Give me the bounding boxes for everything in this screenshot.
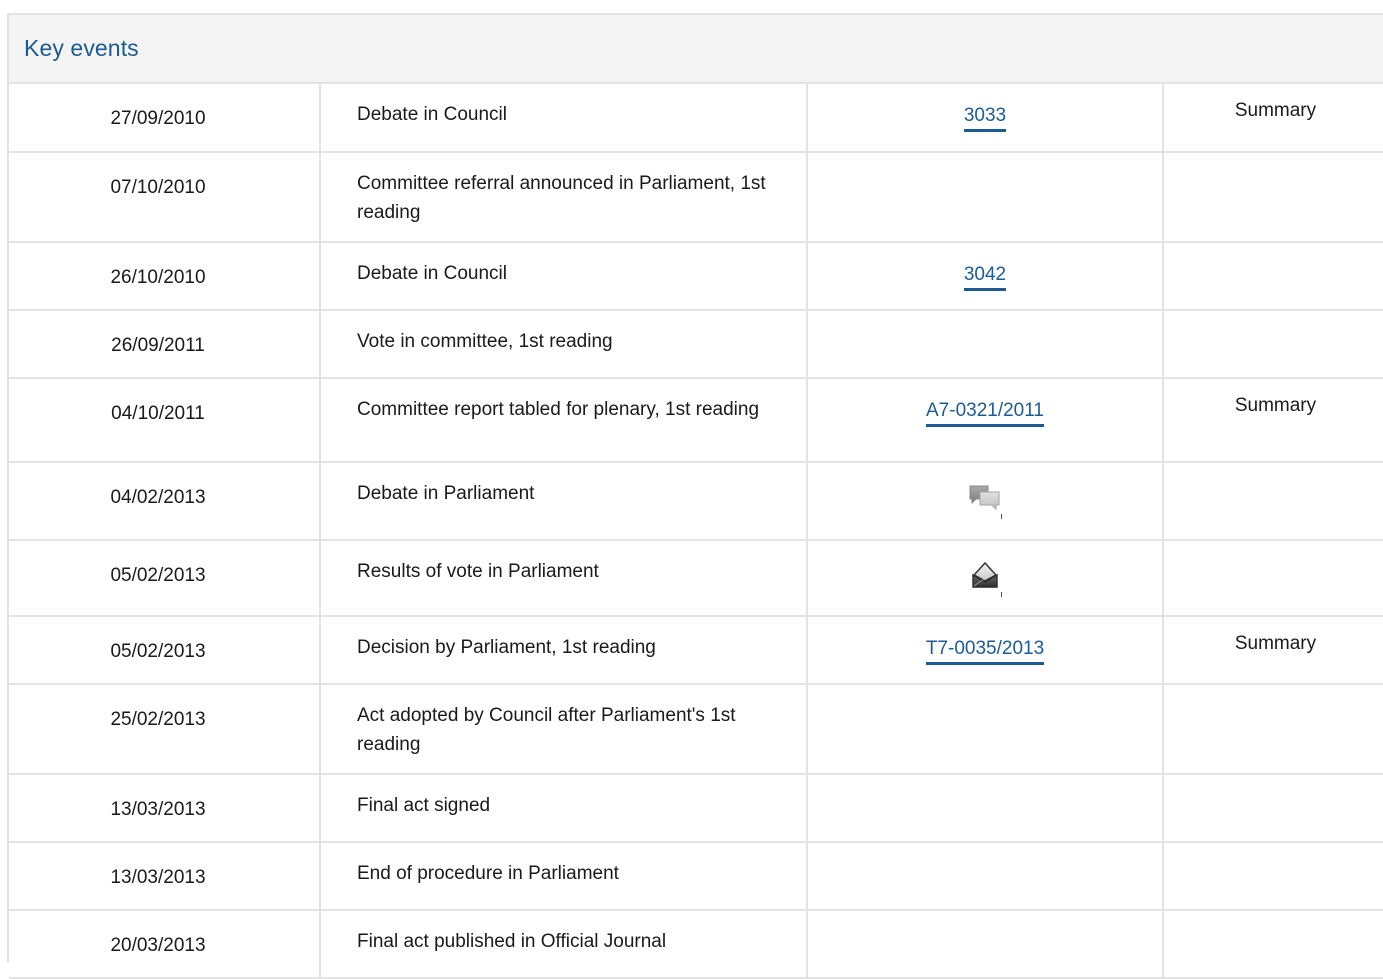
event-summary — [1163, 910, 1383, 979]
table-row: 04/02/2013 Debate in Parliament — [9, 462, 1383, 541]
event-description: Decision by Parliament, 1st reading — [320, 616, 808, 685]
table-row: 26/09/2011 Vote in committee, 1st reading — [9, 310, 1383, 379]
key-events-table-body: 27/09/2010 Debate in Council 3033 Summary 07… — [9, 84, 1383, 979]
document-reference-link[interactable]: 3042 — [963, 263, 1007, 291]
event-reference — [807, 540, 1164, 617]
event-description: Debate in Council — [320, 84, 808, 153]
event-summary — [1163, 152, 1383, 243]
event-date: 05/02/2013 — [9, 540, 321, 617]
table-row: 26/10/2010 Debate in Council 3042 — [9, 242, 1383, 311]
event-reference — [807, 774, 1164, 843]
event-summary — [1163, 310, 1383, 379]
event-date: 04/10/2011 — [9, 378, 321, 463]
event-summary — [1163, 842, 1383, 911]
event-date: 13/03/2013 — [9, 842, 321, 911]
event-date: 27/09/2010 — [9, 84, 321, 153]
table-row: 07/10/2010 Committee referral announced i… — [9, 152, 1383, 243]
event-description: Debate in Council — [320, 242, 808, 311]
document-reference-link[interactable]: A7-0321/2011 — [926, 399, 1044, 427]
event-description: Final act published in Official Journal — [320, 910, 808, 979]
event-reference — [807, 910, 1164, 979]
event-description: Committee referral announced in Parliame… — [320, 152, 808, 243]
event-date: 05/02/2013 — [9, 616, 321, 685]
event-description: Vote in committee, 1st reading — [320, 310, 808, 379]
table-row: 20/03/2013 Final act published in Officia… — [9, 910, 1383, 979]
event-date: 26/09/2011 — [9, 310, 321, 379]
event-description: Debate in Parliament — [320, 462, 808, 541]
event-date: 20/03/2013 — [9, 910, 321, 979]
event-summary — [1163, 242, 1383, 311]
key-events-table: 27/09/2010 Debate in Council 3033 Summary 07… — [9, 84, 1383, 979]
event-reference: 3033 — [807, 84, 1164, 153]
event-description: Final act signed — [320, 774, 808, 843]
debate-icon[interactable] — [967, 481, 1003, 519]
event-date: 25/02/2013 — [9, 684, 321, 775]
event-reference: T7-0035/2013 — [807, 616, 1164, 685]
event-reference — [807, 310, 1164, 379]
event-summary — [1163, 462, 1383, 541]
event-description: Results of vote in Parliament — [320, 540, 808, 617]
event-reference — [807, 842, 1164, 911]
panel-header[interactable]: Key events — [9, 15, 1383, 84]
summary-label[interactable]: Summary — [1235, 395, 1316, 416]
table-row: 05/02/2013 Results of vote in Parliament — [9, 540, 1383, 617]
event-date: 13/03/2013 — [9, 774, 321, 843]
event-date: 04/02/2013 — [9, 462, 321, 541]
summary-label[interactable]: Summary — [1235, 633, 1316, 654]
table-row: 05/02/2013 Decision by Parliament, 1st re… — [9, 616, 1383, 685]
document-reference-link[interactable]: T7-0035/2013 — [925, 637, 1045, 665]
event-description: End of procedure in Parliament — [320, 842, 808, 911]
panel-title[interactable]: Key events — [24, 35, 139, 62]
vote-ballot-icon[interactable] — [967, 559, 1003, 597]
event-summary: Summary — [1163, 84, 1383, 153]
event-reference: A7-0321/2011 — [807, 378, 1164, 463]
event-reference — [807, 462, 1164, 541]
event-date: 26/10/2010 — [9, 242, 321, 311]
key-events-panel: Key events 27/09/2010 Debate in Council 30… — [7, 13, 1383, 979]
event-summary — [1163, 774, 1383, 843]
event-summary — [1163, 684, 1383, 775]
event-reference — [807, 684, 1164, 775]
event-reference: 3042 — [807, 242, 1164, 311]
event-description: Act adopted by Council after Parliament'… — [320, 684, 808, 775]
event-description: Committee report tabled for plenary, 1st… — [320, 378, 808, 463]
event-reference — [807, 152, 1164, 243]
document-reference-link[interactable]: 3033 — [963, 104, 1007, 132]
event-summary: Summary — [1163, 616, 1383, 685]
table-row: 13/03/2013 Final act signed — [9, 774, 1383, 843]
event-date: 07/10/2010 — [9, 152, 321, 243]
table-row: 04/10/2011 Committee report tabled for pl… — [9, 378, 1383, 463]
event-summary — [1163, 540, 1383, 617]
summary-label[interactable]: Summary — [1235, 100, 1316, 121]
event-summary: Summary — [1163, 378, 1383, 463]
table-row: 25/02/2013 Act adopted by Council after P… — [9, 684, 1383, 775]
table-row: 27/09/2010 Debate in Council 3033 Summary — [9, 84, 1383, 153]
table-row: 13/03/2013 End of procedure in Parliament — [9, 842, 1383, 911]
